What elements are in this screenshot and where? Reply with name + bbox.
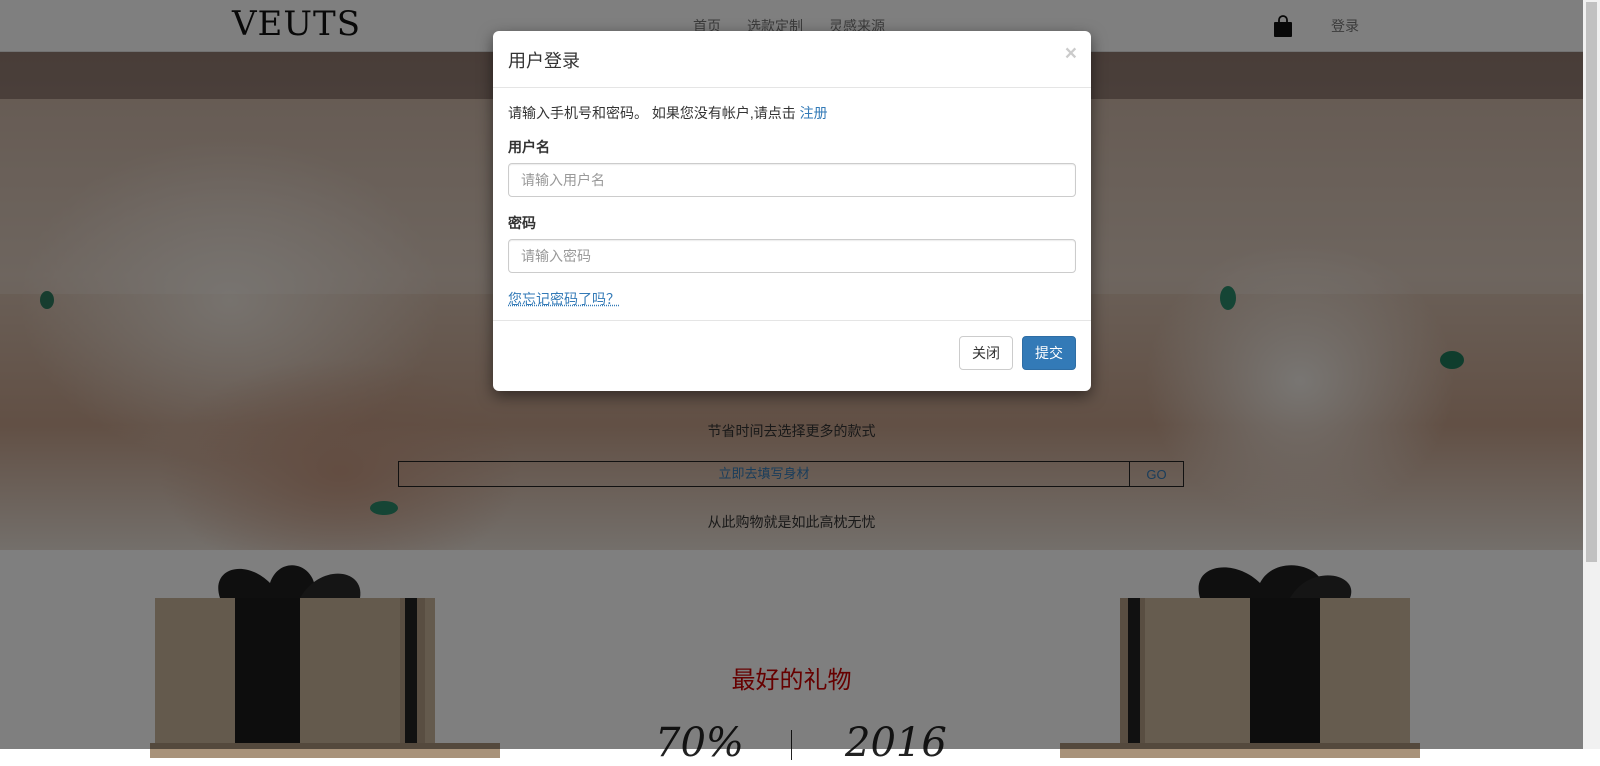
modal-title: 用户登录: [508, 51, 580, 71]
login-modal: 用户登录 × 请输入手机号和密码。 如果您没有帐户,请点击 注册 用户名 密码 …: [493, 31, 1091, 391]
submit-button[interactable]: 提交: [1022, 336, 1076, 370]
username-input[interactable]: [508, 163, 1076, 197]
modal-footer: 关闭 提交: [493, 321, 1091, 391]
forgot-password-link[interactable]: 您忘记密码了吗？: [508, 289, 620, 309]
login-instructions: 请输入手机号和密码。 如果您没有帐户,请点击 注册: [508, 103, 1076, 123]
close-button[interactable]: 关闭: [959, 336, 1013, 370]
password-label: 密码: [508, 215, 536, 231]
username-label: 用户名: [508, 139, 550, 155]
close-icon[interactable]: ×: [1065, 43, 1077, 64]
modal-body: 请输入手机号和密码。 如果您没有帐户,请点击 注册 用户名 密码 您忘记密码了吗…: [493, 88, 1091, 321]
intro-text: 请输入手机号和密码。 如果您没有帐户,请点击: [508, 105, 796, 121]
register-link[interactable]: 注册: [800, 105, 828, 121]
scrollbar-thumb[interactable]: [1586, 2, 1597, 562]
modal-header: 用户登录 ×: [493, 31, 1091, 88]
password-input[interactable]: [508, 239, 1076, 273]
